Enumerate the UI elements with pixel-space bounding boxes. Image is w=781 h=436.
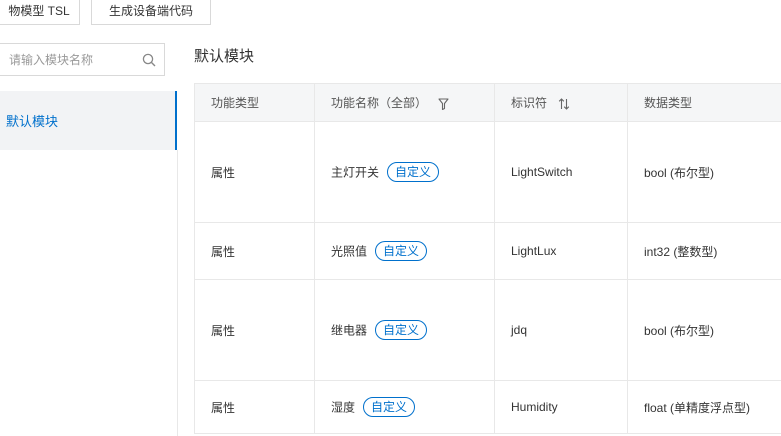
column-header-data-type: 数据类型 [627, 83, 781, 122]
cell-type: 属性 [194, 121, 315, 223]
custom-tag: 自定义 [375, 320, 428, 340]
function-name: 光照值 [331, 244, 368, 259]
column-header-name[interactable]: 功能名称（全部） [314, 83, 495, 122]
cell-data-type: bool (布尔型) [627, 121, 781, 223]
generate-code-button[interactable]: 生成设备端代码 [91, 0, 211, 25]
cell-identifier: jdq [494, 279, 628, 381]
cell-type: 属性 [194, 279, 315, 381]
sort-icon[interactable] [558, 98, 570, 110]
cell-name: 湿度 自定义 [314, 380, 495, 434]
cell-identifier: LightLux [494, 222, 628, 280]
page: 物模型 TSL 生成设备端代码 默认模块 默认模块 功能类型 功能名称（全部） [0, 0, 781, 436]
column-header-type: 功能类型 [194, 83, 315, 122]
cell-data-type: int32 (整数型) [627, 222, 781, 280]
tsl-table: 功能类型 功能名称（全部） 标识符 数据类型 属性 主灯开关 自定义 Light… [194, 83, 781, 434]
custom-tag: 自定义 [387, 162, 440, 182]
cell-name: 主灯开关 自定义 [314, 121, 495, 223]
table-row: 属性 光照值 自定义 LightLux int32 (整数型) [194, 222, 781, 280]
module-search [0, 43, 165, 76]
function-name: 主灯开关 [331, 165, 380, 180]
table-row: 属性 湿度 自定义 Humidity float (单精度浮点型) [194, 380, 781, 434]
column-header-label: 功能名称（全部） [331, 96, 428, 110]
sidebar-item-default-module[interactable]: 默认模块 [0, 91, 177, 150]
section-title: 默认模块 [194, 48, 255, 65]
filter-icon[interactable] [438, 98, 449, 110]
column-header-label: 数据类型 [644, 96, 693, 110]
function-name: 继电器 [331, 323, 368, 338]
custom-tag: 自定义 [363, 397, 416, 417]
table-row: 属性 继电器 自定义 jdq bool (布尔型) [194, 279, 781, 381]
search-icon[interactable] [142, 53, 156, 67]
custom-tag: 自定义 [375, 241, 428, 261]
module-search-input[interactable] [9, 44, 134, 75]
column-header-identifier[interactable]: 标识符 [494, 83, 628, 122]
cell-data-type: bool (布尔型) [627, 279, 781, 381]
function-name: 湿度 [331, 400, 356, 415]
cell-type: 属性 [194, 222, 315, 280]
cell-name: 光照值 自定义 [314, 222, 495, 280]
cell-data-type: float (单精度浮点型) [627, 380, 781, 434]
table-row: 属性 主灯开关 自定义 LightSwitch bool (布尔型) [194, 121, 781, 223]
cell-identifier: LightSwitch [494, 121, 628, 223]
sidebar-divider [177, 150, 178, 436]
cell-name: 继电器 自定义 [314, 279, 495, 381]
cell-identifier: Humidity [494, 380, 628, 434]
table-header-row: 功能类型 功能名称（全部） 标识符 数据类型 [194, 83, 781, 122]
sidebar-item-label: 默认模块 [6, 114, 59, 129]
column-header-label: 功能类型 [211, 96, 260, 110]
column-header-label: 标识符 [511, 96, 548, 110]
tsl-button[interactable]: 物模型 TSL [0, 0, 80, 25]
cell-type: 属性 [194, 380, 315, 434]
